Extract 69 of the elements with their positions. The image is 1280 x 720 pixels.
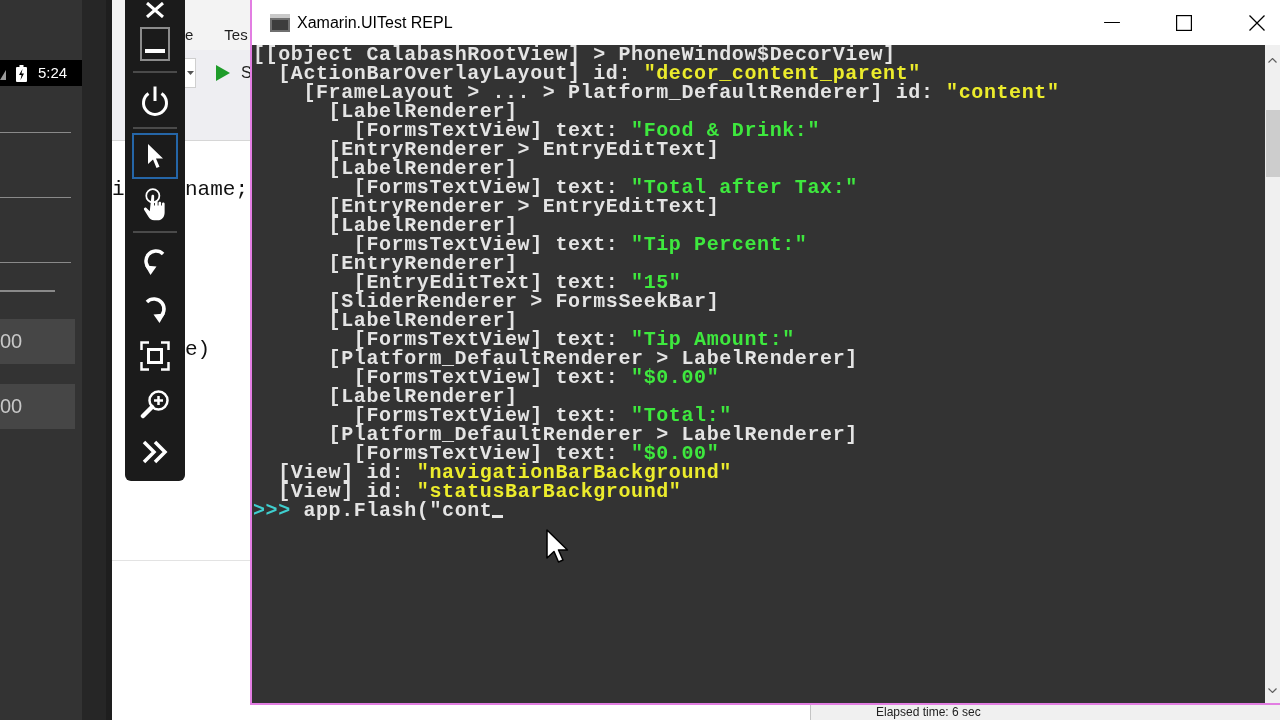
element-label: [Platform_DefaultRenderer > LabelRenderer] [328, 349, 858, 368]
element-label: [EntryRenderer > EntryEditText] [328, 197, 720, 216]
chevrons-icon [141, 440, 169, 464]
element-label: [LabelRenderer] [328, 159, 518, 178]
scroll-down-icon[interactable] [1268, 688, 1277, 693]
element-label: [FormsTextView] text: [353, 444, 619, 463]
text-string: "Food & Drink:" [631, 121, 821, 140]
element-label: [Platform_DefaultRenderer > LabelRenderer] [328, 425, 858, 444]
play-icon [216, 65, 230, 81]
code-text: i [112, 178, 125, 202]
fullscreen-icon [140, 341, 170, 371]
window-title: Xamarin.UITest REPL [297, 12, 453, 33]
element-label: [LabelRenderer] [328, 102, 518, 121]
element-label: [FormsTextView] text: [353, 330, 619, 349]
text-string: "Tip Percent:" [631, 235, 808, 254]
element-label: [[object CalabashRootView] > PhoneWindow$DecorView] [253, 45, 896, 64]
element-label: [View] id: [278, 463, 405, 482]
menu-item[interactable]: e [185, 26, 194, 44]
status-time: 5:24 [38, 62, 68, 83]
battery-icon [16, 64, 27, 82]
minimize-icon [1104, 21, 1120, 24]
element-label: [FormsTextView] text: [353, 121, 619, 140]
pointer-tool-button[interactable] [132, 133, 178, 179]
text-string: "$0.00" [631, 368, 720, 387]
element-label: [FormsTextView] text: [353, 235, 619, 254]
prompt-marker: >>> [253, 501, 291, 520]
element-label: [EntryEditText] text: [353, 273, 619, 292]
command-input[interactable]: app.Flash("cont [303, 501, 493, 520]
code-text: name; [185, 178, 248, 202]
element-label: [SliderRenderer > FormsSeekBar] [328, 292, 720, 311]
text-string: "Total after Tax:" [631, 178, 858, 197]
element-label: [ActionBarOverlayLayout] id: [278, 64, 632, 83]
zoom-in-icon [140, 389, 170, 419]
element-label: [FormsTextView] text: [353, 178, 619, 197]
element-label: [FormsTextView] text: [353, 406, 619, 425]
element-label: [LabelRenderer] [328, 311, 518, 330]
elapsed-time-text: Elapsed time: 6 sec [876, 705, 982, 720]
maximize-icon [1176, 14, 1192, 31]
element-label: [EntryRenderer > EntryEditText] [328, 140, 720, 159]
element-label: [EntryRenderer] [328, 254, 518, 273]
amount-display: 00 [0, 384, 75, 429]
element-label: [LabelRenderer] [328, 387, 518, 406]
text-string: "15" [631, 273, 682, 292]
minimize-icon [140, 27, 170, 61]
code-text: e) [185, 338, 211, 362]
close-icon [1249, 14, 1265, 31]
pointer-icon [146, 143, 164, 169]
id-string: "statusBarBackground" [416, 482, 682, 501]
amount-display: 00 [0, 319, 75, 364]
dropdown-caret-icon [186, 71, 194, 75]
element-label: [FrameLayout > ... > Platform_DefaultRenderer] id: [303, 83, 934, 102]
scrollbar-thumb[interactable] [1265, 110, 1280, 177]
configuration-dropdown[interactable] [185, 58, 196, 88]
element-label: [FormsTextView] text: [353, 368, 619, 387]
element-label: [View] id: [278, 482, 405, 501]
text-string: "Total:" [631, 406, 732, 425]
id-string: "navigationBarBackground" [416, 463, 732, 482]
power-icon [140, 84, 170, 116]
id-string: "decor_content_parent" [643, 64, 921, 83]
id-string: "content" [946, 83, 1060, 102]
mouse-pointer-icon [546, 529, 569, 564]
scroll-up-icon[interactable] [1268, 58, 1277, 63]
menu-item[interactable]: Tes [224, 26, 248, 44]
close-icon [145, 2, 165, 18]
text-string: "Tip Amount:" [631, 330, 795, 349]
console-app-icon [270, 13, 290, 32]
text-cursor-icon [492, 515, 504, 518]
text-string: "$0.00" [631, 444, 720, 463]
element-label: [LabelRenderer] [328, 216, 518, 235]
